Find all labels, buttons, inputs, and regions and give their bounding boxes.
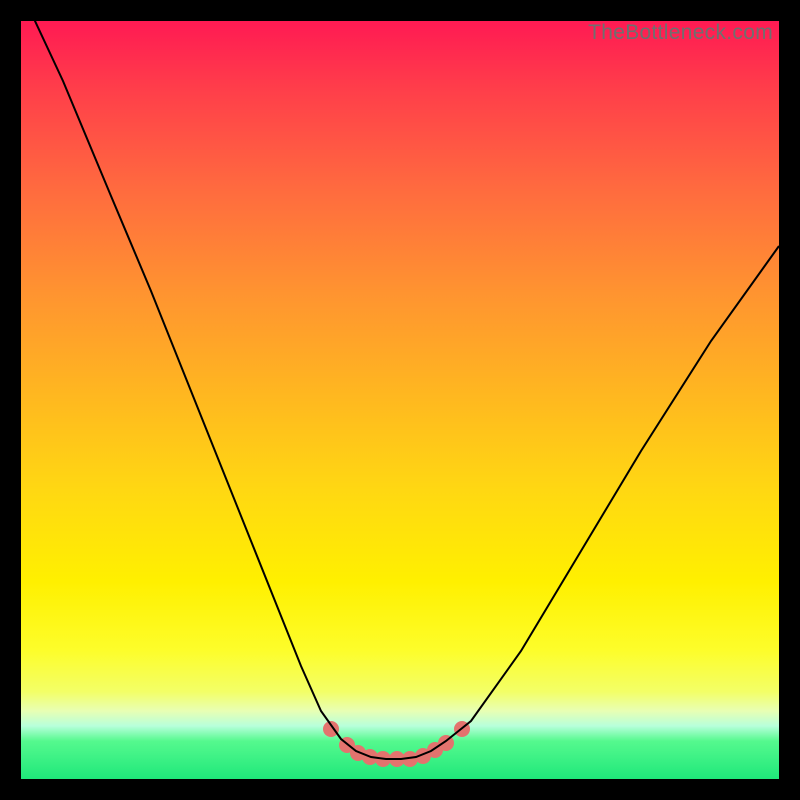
chart-plot-area: TheBottleneck.com [21, 21, 779, 779]
chart-svg [21, 21, 779, 779]
bottleneck-curve [21, 21, 779, 759]
bottom-markers-group [323, 721, 470, 767]
